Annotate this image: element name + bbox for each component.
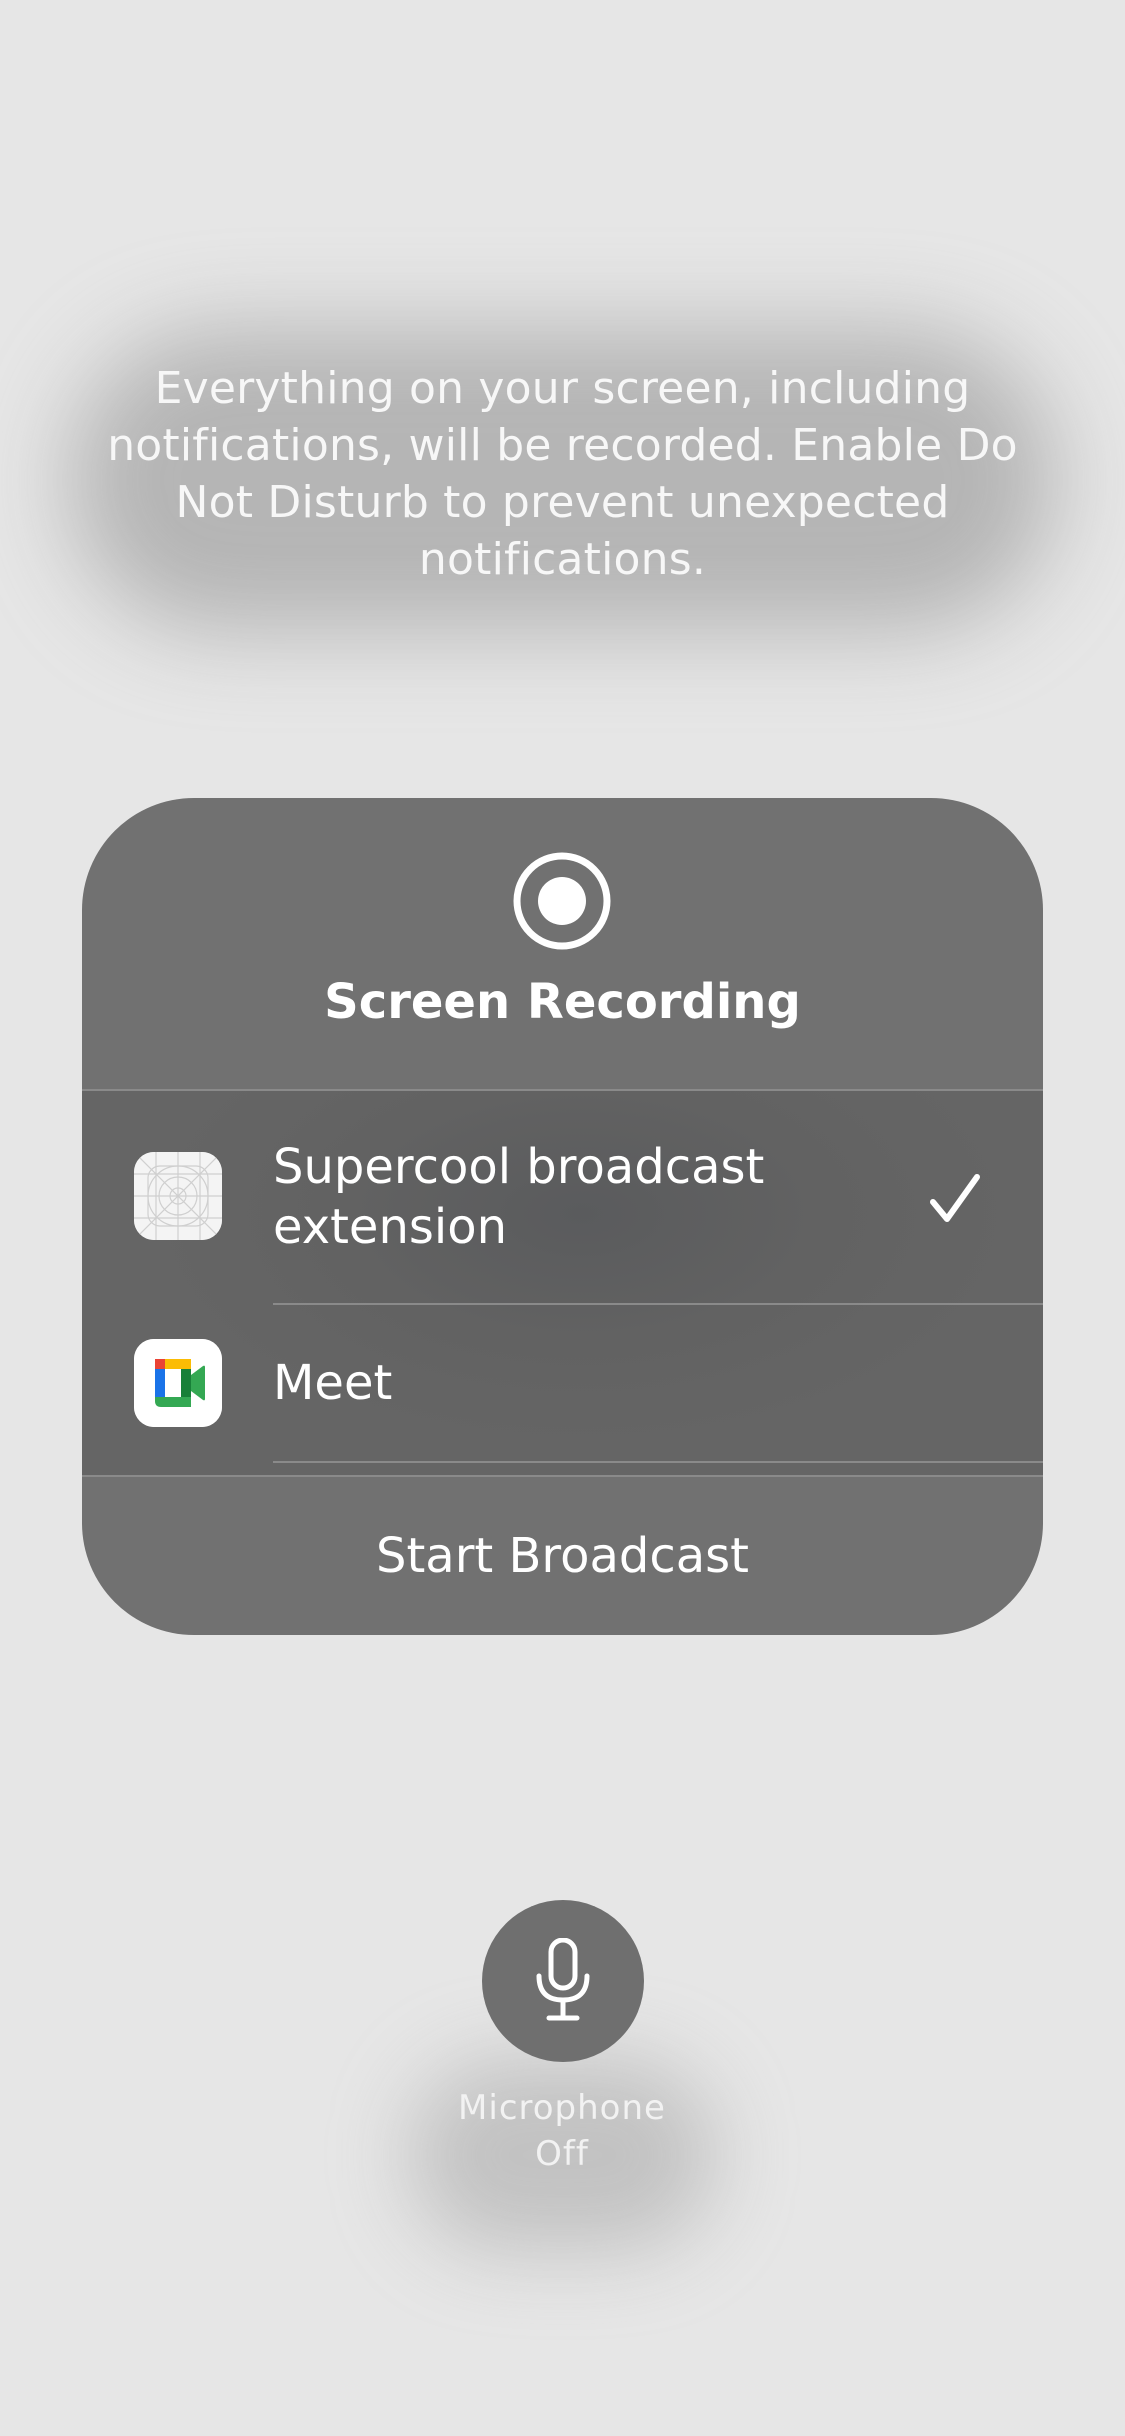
google-meet-icon — [134, 1339, 222, 1427]
microphone-toggle-button[interactable] — [482, 1900, 644, 2062]
list-item-label: Meet — [273, 1355, 393, 1411]
broadcast-destination-list: Supercool broadcast extension Meet — [82, 1089, 1043, 1477]
panel-header: Screen Recording — [82, 798, 1043, 1088]
list-divider — [273, 1461, 1043, 1463]
microphone-label-text: Microphone — [458, 2088, 666, 2128]
checkmark-icon — [930, 1174, 980, 1222]
record-icon — [513, 852, 611, 950]
start-broadcast-button[interactable]: Start Broadcast — [82, 1477, 1043, 1635]
microphone-icon — [536, 1938, 590, 2021]
microphone-status: Off — [535, 2134, 589, 2174]
recording-notice: Everything on your screen, including not… — [107, 363, 1018, 585]
list-item-supercool-broadcast-extension[interactable]: Supercool broadcast extension — [82, 1091, 1043, 1305]
screen-recording-panel: Screen Recording Supercool broadcast ext… — [82, 798, 1043, 1635]
app-placeholder-icon — [134, 1152, 222, 1240]
microphone-label: Microphone Off — [362, 2085, 762, 2177]
list-item-meet[interactable]: Meet — [82, 1305, 1043, 1461]
list-item-label: Supercool broadcast extension — [273, 1139, 765, 1255]
panel-title: Screen Recording — [324, 974, 801, 1030]
